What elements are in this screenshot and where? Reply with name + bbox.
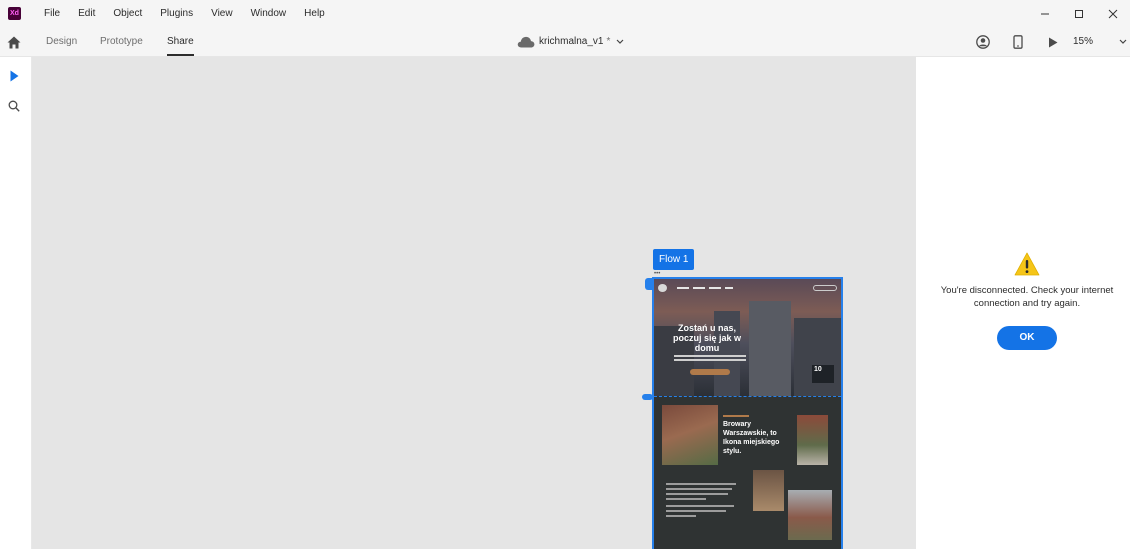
zoom-tool-button[interactable] [6, 98, 22, 114]
tab-prototype[interactable]: Prototype [100, 27, 143, 56]
menu-edit[interactable]: Edit [69, 0, 104, 27]
section-eyebrow [723, 415, 749, 417]
maximize-icon [1075, 9, 1083, 18]
zoom-dropdown[interactable]: 15% [1073, 27, 1130, 56]
play-icon [1049, 37, 1058, 47]
nav-button [813, 285, 837, 291]
zoom-tool-icon [8, 100, 20, 112]
section-title: Browary Warszawskie, to Ikona miejskiego… [723, 421, 780, 455]
disconnected-message: You're disconnected. Check your internet… [940, 285, 1114, 309]
hero-badge: 10 [812, 365, 834, 383]
hero-title: Zostań u nas, poczuj się jak w domu [672, 323, 742, 353]
flow-start-label[interactable]: Flow 1 [653, 249, 695, 270]
maximize-button[interactable] [1062, 0, 1096, 27]
artboard-hero: Zostań u nas, poczuj się jak w domu 10 [654, 279, 841, 396]
section-image [788, 490, 832, 540]
mode-bar: Design Prototype Share krichmalna_v1 * 1… [0, 27, 1130, 57]
nav-link [725, 287, 733, 289]
nav-link [677, 287, 689, 289]
hero-text [674, 355, 746, 357]
desktop-preview-button[interactable] [1045, 34, 1061, 50]
menu-window[interactable]: Window [242, 0, 296, 27]
nav-link [709, 287, 721, 289]
cloud-icon [517, 36, 535, 47]
chevron-down-icon [1119, 39, 1127, 44]
adobe-xd-logo: Xd [8, 7, 21, 20]
tab-share[interactable]: Share [167, 27, 194, 56]
section-body-text [666, 483, 738, 520]
site-logo [658, 284, 667, 292]
section-image [662, 405, 718, 465]
minimize-icon [1041, 13, 1049, 14]
hero-building [794, 318, 841, 396]
menu-object[interactable]: Object [104, 0, 151, 27]
close-icon [1108, 9, 1118, 18]
chevron-down-icon [616, 39, 624, 44]
hero-building [749, 301, 791, 396]
window-controls [1028, 0, 1130, 27]
document-name: krichmalna_v1 [539, 36, 604, 47]
document-title[interactable]: krichmalna_v1 * [517, 27, 624, 56]
nav-link [693, 287, 705, 289]
menu-plugins[interactable]: Plugins [151, 0, 202, 27]
hero-nav [658, 284, 837, 292]
artboard[interactable]: Zostań u nas, poczuj się jak w domu 10 B… [652, 277, 843, 549]
tool-bar [0, 57, 32, 549]
menu-file[interactable]: File [35, 0, 69, 27]
menu-view[interactable]: View [202, 0, 242, 27]
modified-marker: * [606, 36, 611, 47]
select-tool-button[interactable] [6, 68, 22, 84]
share-user-button[interactable] [975, 34, 991, 50]
menu-bar: Xd File Edit Object Plugins View Window … [0, 0, 1130, 27]
close-button[interactable] [1096, 0, 1130, 27]
section-image [753, 470, 784, 511]
design-canvas[interactable]: Flow 1 ••• Zostań u nas, poczuj się jak … [32, 57, 916, 549]
home-icon [7, 36, 21, 48]
hero-cta [690, 369, 730, 375]
device-preview-button[interactable] [1010, 34, 1026, 50]
tab-design[interactable]: Design [46, 27, 77, 56]
zoom-value: 15% [1073, 36, 1094, 47]
viewport-fold-line [654, 396, 841, 397]
minimize-button[interactable] [1028, 0, 1062, 27]
warning-icon [1014, 252, 1040, 276]
user-icon [976, 35, 990, 49]
home-button[interactable] [6, 34, 22, 50]
mobile-preview-icon [1013, 35, 1023, 49]
menu-help[interactable]: Help [295, 0, 334, 27]
ok-button[interactable]: OK [997, 326, 1057, 350]
share-panel: You're disconnected. Check your internet… [917, 57, 1130, 549]
select-tool-icon [10, 70, 18, 82]
section-image [797, 415, 828, 465]
